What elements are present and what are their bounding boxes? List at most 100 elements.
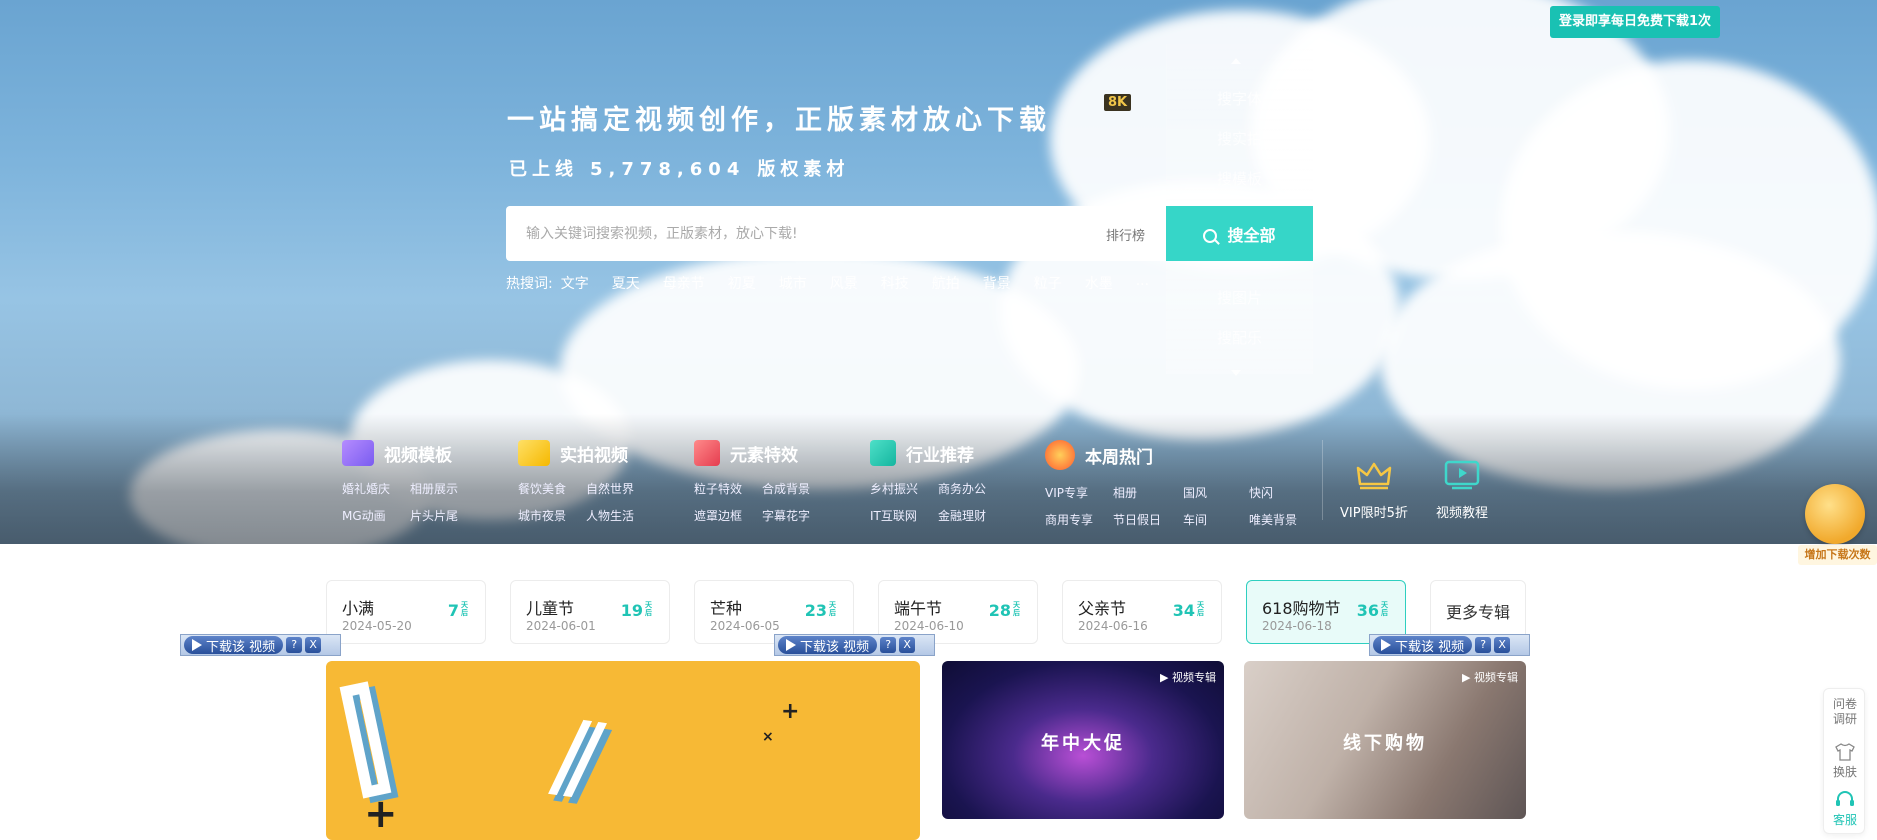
- category-label: 视频模板: [384, 445, 452, 466]
- category-link[interactable]: 相册展示: [410, 480, 478, 497]
- hot-term[interactable]: 城市: [779, 273, 807, 293]
- category-link[interactable]: 合成背景: [762, 480, 830, 497]
- add-download-count-label[interactable]: 增加下载次数: [1798, 545, 1877, 565]
- search-button-label: 搜全部: [1227, 225, 1276, 245]
- category-link[interactable]: 自然世界: [586, 480, 654, 497]
- category-link[interactable]: 金融理财: [938, 507, 1006, 524]
- hot-term[interactable]: 文字: [561, 273, 589, 293]
- category-link[interactable]: 乡村振兴: [870, 480, 938, 497]
- category-link[interactable]: 餐饮美食: [518, 480, 586, 497]
- category-link[interactable]: VIP专享: [1045, 484, 1113, 501]
- help-icon[interactable]: ?: [1475, 637, 1492, 653]
- festival-name: 儿童节: [526, 599, 575, 618]
- download-video-button[interactable]: 下载该 视频: [778, 636, 878, 655]
- template-icon: [342, 440, 374, 466]
- login-free-download-banner[interactable]: 登录即享每日免费下载1次: [1550, 6, 1720, 38]
- category-label: 本周热门: [1085, 447, 1153, 468]
- vip-discount-tile[interactable]: VIP限时5折: [1340, 460, 1408, 521]
- hot-term[interactable]: 科技: [881, 273, 909, 293]
- customer-service-button[interactable]: 客服: [1824, 791, 1866, 828]
- hot-term[interactable]: 母亲节: [663, 273, 705, 293]
- category-link[interactable]: 城市夜景: [518, 507, 586, 524]
- category-link[interactable]: 商务办公: [938, 480, 1006, 497]
- close-icon[interactable]: X: [305, 637, 322, 653]
- hot-term[interactable]: 初夏: [728, 273, 756, 293]
- download-video-button[interactable]: 下载该 视频: [184, 636, 284, 655]
- category-link[interactable]: 人物生活: [586, 507, 654, 524]
- category-link[interactable]: MG动画: [342, 507, 410, 524]
- featured-video-card[interactable]: ⫿ ⫽ + × +: [326, 661, 920, 840]
- ranking-link[interactable]: 排行榜: [1106, 225, 1145, 244]
- days-unit: 天后: [829, 601, 836, 617]
- hero-banner: 一站搞定视频创作，正版素材放心下载 8K 已上线 5,778,604 版权素材 搜字…: [0, 0, 1877, 544]
- search-template-option[interactable]: 搜模板: [1217, 168, 1262, 189]
- search-music-option[interactable]: 搜配乐: [1217, 327, 1262, 348]
- skin-button[interactable]: 换肤: [1824, 743, 1866, 780]
- coin-icon[interactable]: [1805, 484, 1865, 544]
- category-link[interactable]: IT互联网: [870, 507, 938, 524]
- hot-term[interactable]: 水墨: [1085, 273, 1113, 293]
- download-video-button[interactable]: 下载该 视频: [1373, 636, 1473, 655]
- hot-term-more[interactable]: ...: [1136, 273, 1149, 293]
- search-live-option[interactable]: 搜实拍: [1217, 128, 1262, 149]
- help-icon[interactable]: ?: [880, 637, 897, 653]
- album-title: 线下购物: [1343, 733, 1427, 754]
- category-links: VIP专享 相册 国风 快闪 商用专享 节日假日 车间 唯美背景: [1045, 484, 1317, 528]
- festival-tab[interactable]: 小满 2024-05-20 7 天后: [326, 580, 486, 644]
- festival-name: 618购物节: [1262, 599, 1341, 618]
- scroll-up-icon[interactable]: [1231, 58, 1241, 64]
- search-image-option[interactable]: 搜图片: [1217, 287, 1262, 308]
- festival-name: 芒种: [710, 599, 743, 618]
- search-font-option[interactable]: 搜字体: [1217, 88, 1262, 109]
- video-tutorial-label: 视频教程: [1436, 506, 1489, 521]
- asset-count: 5,778,604: [590, 159, 746, 180]
- scroll-down-icon[interactable]: [1231, 370, 1241, 376]
- plus-icon: +: [364, 791, 398, 837]
- category-link[interactable]: 商用专享: [1045, 511, 1113, 528]
- skin-label: 换肤: [1832, 765, 1857, 779]
- hot-term[interactable]: 航拍: [932, 273, 960, 293]
- plus-icon: +: [781, 699, 800, 724]
- category-link[interactable]: 节日假日: [1113, 511, 1181, 528]
- festival-countdown: 23 天后: [805, 601, 839, 620]
- category-divider: [1322, 440, 1323, 520]
- hot-term[interactable]: 背景: [983, 273, 1011, 293]
- close-icon[interactable]: X: [1494, 637, 1511, 653]
- category-link[interactable]: 国风: [1181, 484, 1249, 501]
- hot-term[interactable]: 风景: [830, 273, 858, 293]
- festival-tab[interactable]: 父亲节 2024-06-16 34 天后: [1062, 580, 1222, 644]
- festival-name: 小满: [342, 599, 375, 618]
- album-card-shopping[interactable]: ▶ 视频专辑 线下购物: [1244, 661, 1526, 819]
- festival-name: 父亲节: [1078, 599, 1127, 618]
- days-value: 19: [620, 601, 643, 620]
- search-all-button[interactable]: 搜全部: [1166, 206, 1313, 261]
- search-input[interactable]: [526, 206, 1046, 261]
- category-link[interactable]: 快闪: [1249, 484, 1317, 501]
- category-link[interactable]: 车间: [1181, 511, 1249, 528]
- camera-icon: [518, 440, 550, 466]
- category-link[interactable]: 字幕花字: [762, 507, 830, 524]
- vip-discount-label: VIP限时5折: [1340, 506, 1408, 521]
- category-link[interactable]: 片头片尾: [410, 507, 478, 524]
- hot-term[interactable]: 粒子: [1034, 273, 1062, 293]
- badge-icon: [870, 440, 896, 466]
- survey-button[interactable]: 问卷调研: [1824, 697, 1866, 727]
- help-icon[interactable]: ?: [286, 637, 303, 653]
- hot-search-row: 热搜词: 文字 夏天 母亲节 初夏 城市 风景 科技 航拍 背景 粒子 水墨 .…: [506, 273, 1172, 293]
- days-unit: 天后: [461, 601, 468, 617]
- days-value: 7: [447, 601, 459, 620]
- category-link[interactable]: 婚礼婚庆: [342, 480, 410, 497]
- video-tutorial-tile[interactable]: 视频教程: [1436, 460, 1488, 521]
- close-icon[interactable]: X: [899, 637, 916, 653]
- category-link[interactable]: 遮罩边框: [694, 507, 762, 524]
- festival-tab[interactable]: 儿童节 2024-06-01 19 天后: [510, 580, 670, 644]
- card-artwork: ⫽: [548, 698, 609, 821]
- category-link[interactable]: 相册: [1113, 484, 1181, 501]
- right-float-panel: 问卷调研 换肤 客服: [1823, 688, 1865, 834]
- category-title[interactable]: 本周热门: [1045, 440, 1317, 470]
- category-link[interactable]: 唯美背景: [1249, 511, 1317, 528]
- category-link[interactable]: 粒子特效: [694, 480, 762, 497]
- album-card-618[interactable]: ▶ 视频专辑 年中大促: [942, 661, 1224, 819]
- cross-icon: ×: [762, 729, 774, 745]
- hot-term[interactable]: 夏天: [612, 273, 640, 293]
